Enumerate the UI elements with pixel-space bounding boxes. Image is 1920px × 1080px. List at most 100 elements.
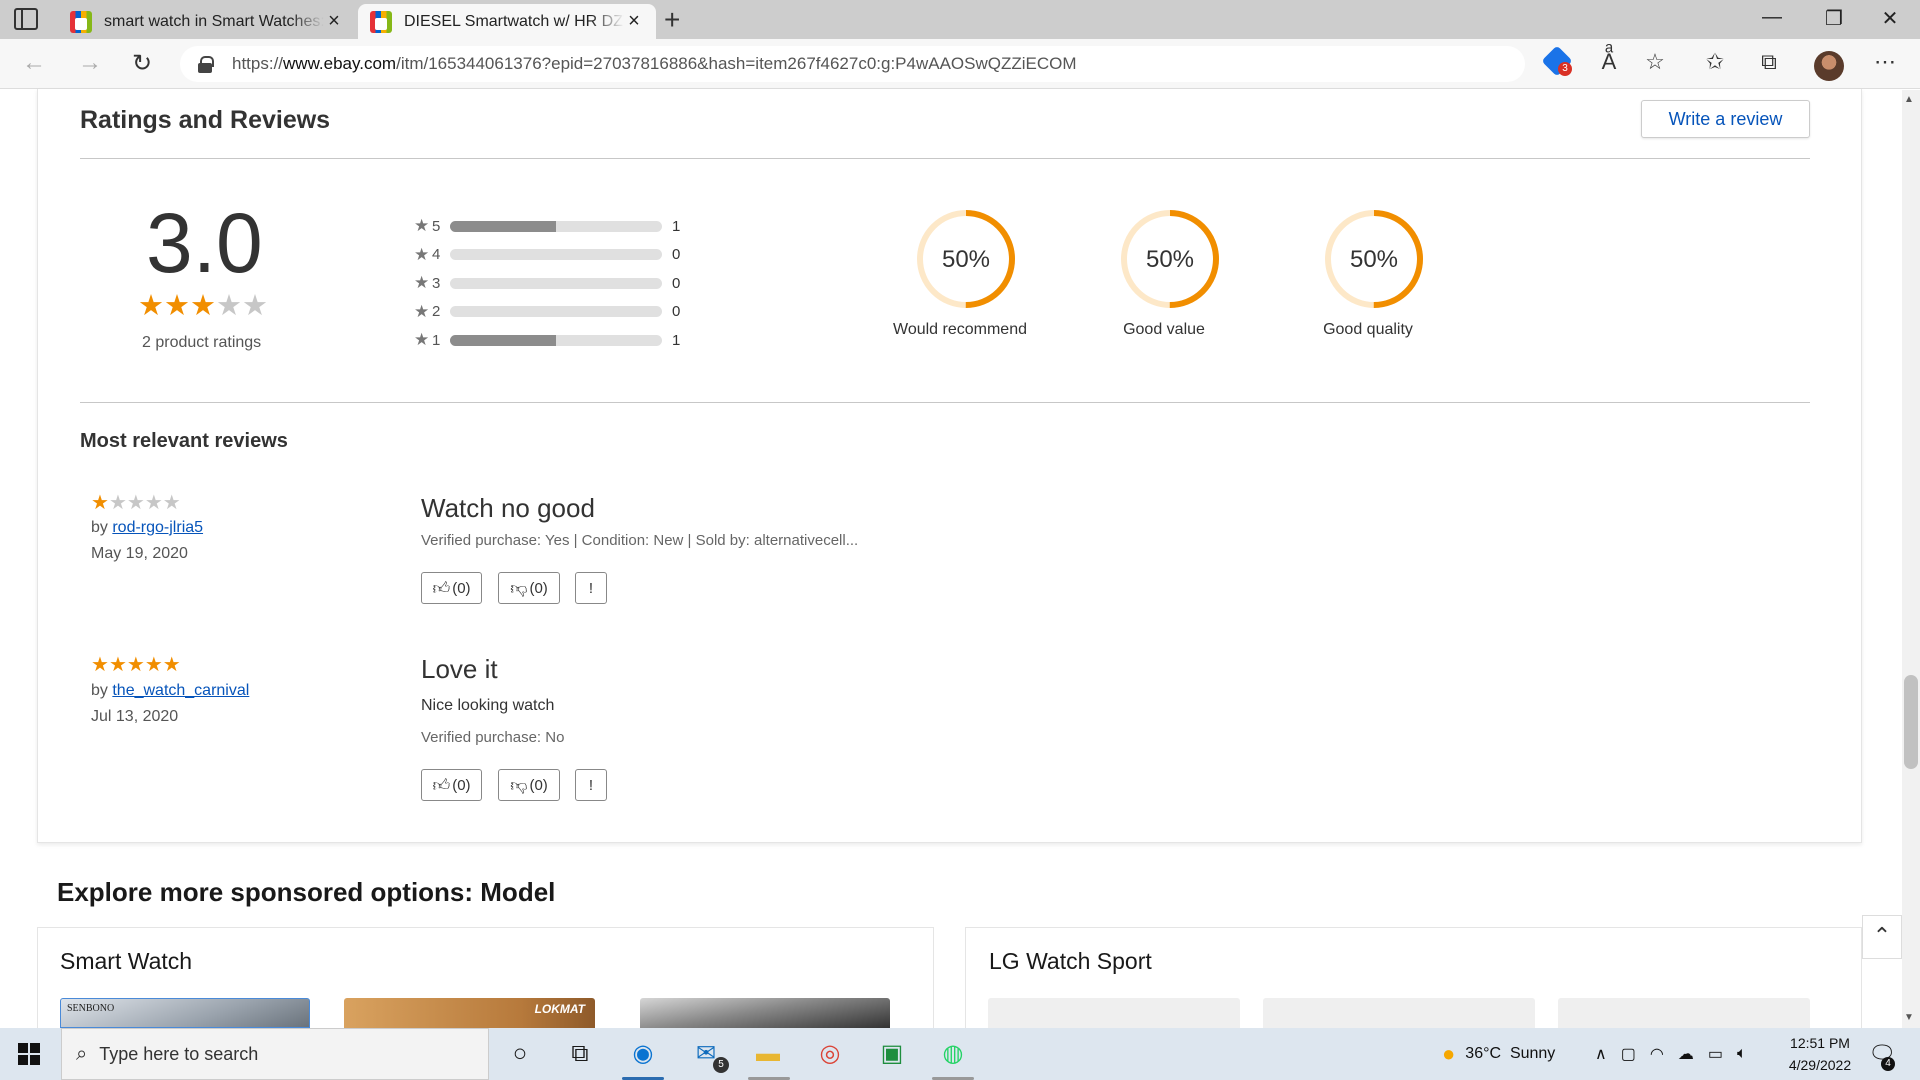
lock-icon[interactable] xyxy=(198,56,214,73)
tab-actions-icon[interactable] xyxy=(14,8,38,30)
star-empty-icon: ★ xyxy=(108,492,127,514)
average-stars: ★ ★ ★ ★ ★ xyxy=(138,292,268,321)
file-explorer-icon[interactable]: ▬ xyxy=(752,1039,784,1069)
clock[interactable]: 12:51 PM 4/29/2022 xyxy=(1774,1032,1866,1076)
review-author-link[interactable]: the_watch_carnival xyxy=(112,682,249,699)
review-meta: Verified purchase: No xyxy=(421,729,565,746)
scrollbar-thumb[interactable] xyxy=(1904,675,1918,769)
window-close-icon[interactable]: ✕ xyxy=(1870,6,1910,31)
thumbs-up-icon: 👍︎ xyxy=(432,578,451,598)
distribution-count: 1 xyxy=(672,217,681,235)
distribution-count: 0 xyxy=(672,246,681,263)
review-author-link[interactable]: rod-rgo-jlria5 xyxy=(112,519,203,536)
review-byline: by the_watch_carnival xyxy=(91,682,250,699)
new-tab-button[interactable]: + xyxy=(664,4,680,36)
aspect-label: Good quality xyxy=(1323,321,1413,338)
star-level: 2 xyxy=(432,303,441,320)
distribution-count: 0 xyxy=(672,303,681,320)
reload-icon[interactable]: ↻ xyxy=(132,49,152,78)
volume-icon[interactable]: 🔈︎ xyxy=(1737,1045,1747,1063)
helpful-button[interactable]: 👍︎ (0) xyxy=(421,769,482,801)
minimize-icon[interactable]: — xyxy=(1752,6,1792,29)
collections-icon[interactable]: ⧉ xyxy=(1754,49,1784,75)
cortana-icon[interactable]: ○ xyxy=(504,1039,536,1069)
sponsored-card-title[interactable]: LG Watch Sport xyxy=(989,948,1152,975)
battery-icon[interactable]: ▭ xyxy=(1708,1044,1723,1064)
section-title: Ratings and Reviews xyxy=(80,106,331,134)
distribution-bar-fill xyxy=(450,334,556,346)
star-icon: ★ xyxy=(414,330,430,349)
whatsapp-icon[interactable]: ◍ xyxy=(937,1039,969,1069)
notification-badge: 4 xyxy=(1881,1057,1895,1071)
task-view-icon[interactable]: ⧉ xyxy=(564,1039,596,1069)
star-empty-icon: ★ xyxy=(126,492,145,514)
thumbnail-brand-text: SENBONO xyxy=(67,1003,115,1014)
more-icon[interactable]: ⋯ xyxy=(1870,49,1900,75)
star-icon: ★ xyxy=(414,273,430,292)
close-icon[interactable]: × xyxy=(324,10,344,33)
sponsored-card-title[interactable]: Smart Watch xyxy=(60,948,192,975)
star-icon: ★ xyxy=(414,244,430,264)
forward-icon[interactable]: → xyxy=(78,49,102,77)
star-empty-icon: ★ xyxy=(162,492,181,514)
favorites-icon[interactable]: ✩ xyxy=(1700,49,1730,75)
taskbar-search-placeholder: Type here to search xyxy=(99,1043,259,1064)
url-field[interactable]: https://www.ebay.com/itm/165344061376?ep… xyxy=(180,46,1525,82)
scroll-down-arrow-icon[interactable]: ▼ xyxy=(1904,1012,1914,1023)
report-button[interactable]: ! xyxy=(575,572,607,604)
product-thumbnail[interactable]: SENBONO xyxy=(60,998,310,1028)
profile-avatar[interactable] xyxy=(1814,51,1844,81)
review-meta: Verified purchase: Yes | Condition: New … xyxy=(421,532,859,549)
product-thumbnail[interactable] xyxy=(640,998,890,1028)
report-button[interactable]: ! xyxy=(575,769,607,801)
review-stars: ★ ★ ★ ★ ★ xyxy=(91,655,181,675)
page-scrollbar[interactable] xyxy=(1902,90,1920,1028)
distribution-bar xyxy=(450,277,662,289)
tab-smart-watches[interactable]: smart watch in Smart Watches: S × xyxy=(58,4,356,39)
star-filled-icon: ★ xyxy=(108,654,127,676)
rating-distribution-row: ★ 1 1 xyxy=(414,330,686,350)
restore-icon[interactable]: ❐ xyxy=(1814,6,1854,31)
review-date: May 19, 2020 xyxy=(91,545,188,562)
product-thumbnail-placeholder[interactable] xyxy=(1263,998,1535,1028)
product-thumbnail[interactable]: LOKMAT xyxy=(344,998,595,1028)
not-helpful-button[interactable]: 👎︎ (0) xyxy=(498,572,560,604)
back-to-top-button[interactable]: ⌃ xyxy=(1862,915,1902,959)
back-icon[interactable]: ← xyxy=(22,49,46,77)
meet-now-icon[interactable]: ▢ xyxy=(1621,1044,1636,1064)
windows-start-icon[interactable] xyxy=(18,1043,40,1065)
tab-diesel-smartwatch[interactable]: DIESEL Smartwatch w/ HR DZT20 × xyxy=(358,4,656,39)
product-thumbnail-placeholder[interactable] xyxy=(1558,998,1810,1028)
product-thumbnail-placeholder[interactable] xyxy=(988,998,1240,1028)
most-relevant-heading: Most relevant reviews xyxy=(80,430,288,452)
star-filled-icon: ★ xyxy=(164,290,190,322)
donut-percent: 50% xyxy=(1350,246,1398,273)
chevron-up-icon[interactable]: ∧ xyxy=(1595,1044,1607,1064)
review-byline: by rod-rgo-jlria5 xyxy=(91,519,204,536)
helpful-count: (0) xyxy=(452,579,471,597)
average-rating: 3.0 xyxy=(146,196,263,290)
aspect-donut: 50% xyxy=(1325,210,1423,308)
review-stars: ★ ★ ★ ★ ★ xyxy=(91,493,181,513)
system-tray: ∧ ▢ ◠ ☁ ▭ 🔈︎ xyxy=(1595,1028,1747,1080)
helpful-button[interactable]: 👍︎ (0) xyxy=(421,572,482,604)
onedrive-icon[interactable]: ☁ xyxy=(1678,1044,1694,1064)
ratings-count: 2 product ratings xyxy=(142,334,262,351)
star-filled-icon: ★ xyxy=(162,654,181,676)
not-helpful-button[interactable]: 👎︎ (0) xyxy=(498,769,560,801)
read-aloud-icon[interactable]: A͏ͣ xyxy=(1594,49,1624,75)
close-icon[interactable]: × xyxy=(624,10,644,33)
wifi-icon[interactable]: ◠ xyxy=(1650,1044,1664,1064)
write-review-button[interactable]: Write a review xyxy=(1641,100,1810,138)
edge-icon[interactable]: ◉ xyxy=(627,1039,659,1069)
star-level: 4 xyxy=(432,246,441,263)
chrome-icon[interactable]: ◎ xyxy=(814,1039,846,1069)
star-filled-icon: ★ xyxy=(91,654,109,676)
scroll-up-arrow-icon[interactable]: ▲ xyxy=(1904,94,1914,105)
donut-percent: 50% xyxy=(942,246,990,273)
extension-badge: 3 xyxy=(1558,62,1572,76)
taskbar-search[interactable]: ⌕ Type here to search xyxy=(61,1028,489,1080)
add-favorite-icon[interactable]: ☆ xyxy=(1640,49,1670,75)
weather-widget[interactable]: ● 36°C Sunny xyxy=(1442,1028,1555,1080)
meet-icon[interactable]: ▣ xyxy=(876,1039,908,1069)
